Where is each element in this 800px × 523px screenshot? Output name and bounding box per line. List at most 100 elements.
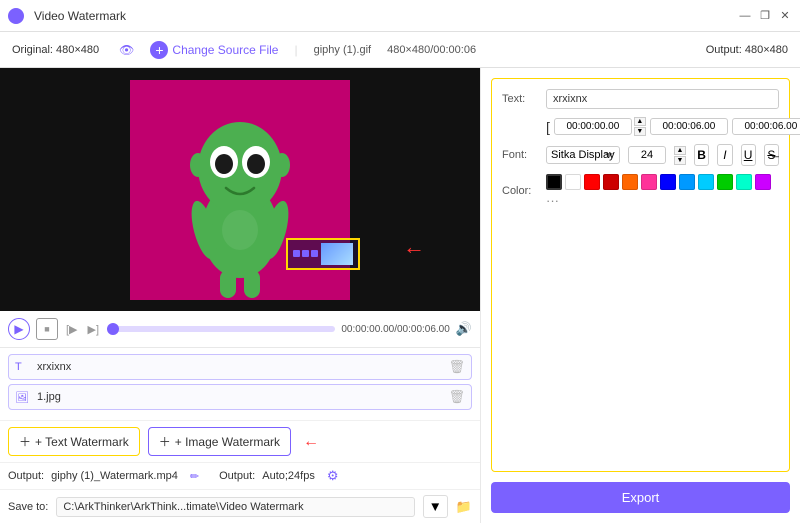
font-size-up-button[interactable]: ▲ [674, 146, 686, 155]
stop-button[interactable]: ■ [36, 318, 58, 340]
font-prop-label: Font: [502, 149, 538, 161]
swatch-orange[interactable] [622, 174, 638, 190]
output-format-label: Output: Auto;24fps [219, 470, 315, 482]
change-source-button[interactable]: + Change Source File [150, 41, 278, 59]
font-size-input[interactable] [628, 146, 666, 164]
save-folder-icon[interactable]: 📁 [456, 499, 472, 515]
save-to-label: Save to: [8, 501, 48, 513]
time-start-up-button[interactable]: ▲ [634, 117, 646, 126]
swatch-green[interactable] [717, 174, 733, 190]
watermark-preview-overlay[interactable] [286, 238, 360, 270]
time-end2-input[interactable] [732, 118, 800, 135]
plus-text-icon: ＋ [19, 433, 31, 450]
time-end-input[interactable] [650, 118, 728, 135]
edit-output-icon[interactable]: ✏ [190, 470, 199, 483]
timeline-bar[interactable] [107, 326, 335, 332]
image-wm-label: 1.jpg [37, 391, 440, 403]
swatch-lightblue[interactable] [679, 174, 695, 190]
app-logo-icon [8, 8, 24, 24]
swatch-darkred[interactable] [603, 174, 619, 190]
font-size-down-button[interactable]: ▼ [674, 156, 686, 165]
app-title: Video Watermark [34, 9, 126, 23]
watermark-strip [288, 240, 358, 268]
more-colors-button[interactable]: ··· [546, 193, 559, 208]
video-preview: ← [0, 68, 480, 311]
window-controls: — ❐ ✕ [738, 9, 792, 23]
next-frame-button[interactable]: ▶] [86, 321, 102, 338]
color-swatches: ··· [546, 174, 779, 208]
top-toolbar: Original: 480×480 👁 + Change Source File… [0, 32, 800, 68]
add-image-watermark-button[interactable]: ＋ + Image Watermark [148, 427, 291, 456]
watermark-item-image[interactable]: 🖼 1.jpg 🗑 [8, 384, 472, 410]
timeline-thumb[interactable] [107, 323, 119, 335]
add-watermark-row: ＋ + Text Watermark ＋ + Image Watermark ← [0, 420, 480, 462]
time-display: 00:00:00.00/00:00:06.00 [341, 324, 449, 335]
save-path-display: C:\ArkThinker\ArkThink...timate\Video Wa… [56, 497, 414, 517]
wm-dot-2 [302, 250, 309, 257]
text-wm-delete-button[interactable]: 🗑 [448, 359, 465, 375]
time-start-spinner: ▲ ▼ [634, 117, 646, 136]
swatch-black[interactable] [546, 174, 562, 190]
color-prop-label: Color: [502, 185, 538, 197]
wm-dots [293, 250, 318, 257]
swatch-purple[interactable] [755, 174, 771, 190]
save-path-dropdown-button[interactable]: ▼ [423, 495, 448, 518]
time-range-row: [ ▲ ▼ ▲ ▼ ] [546, 117, 779, 136]
swatch-teal[interactable] [736, 174, 752, 190]
output-dims-label: Output: 480×480 [706, 44, 788, 56]
plus-image-icon: ＋ [159, 433, 171, 450]
image-wm-icon: 🖼 [15, 391, 29, 404]
title-bar-left: Video Watermark [8, 8, 126, 24]
restore-button[interactable]: ❐ [758, 9, 772, 23]
play-button[interactable]: ▶ [8, 318, 30, 340]
italic-button[interactable]: I [717, 144, 732, 166]
swatch-pink[interactable] [641, 174, 657, 190]
watermark-item-text[interactable]: T xrxixnx 🗑 [8, 354, 472, 380]
filename-label: giphy (1).gif [314, 44, 371, 56]
text-property-row: Text: [502, 89, 779, 109]
red-arrow-indicator: ← [403, 234, 425, 260]
red-arrow-add-icon: ← [303, 433, 319, 451]
wm-dot-1 [293, 250, 300, 257]
volume-icon[interactable]: 🔊 [456, 321, 472, 337]
bracket-open: [ [546, 119, 550, 135]
text-wm-label: xrxixnx [37, 361, 440, 373]
bold-button[interactable]: B [694, 144, 709, 166]
output-settings-icon[interactable]: ⚙ [327, 468, 339, 484]
swatch-white[interactable] [565, 174, 581, 190]
title-bar: Video Watermark — ❐ ✕ [0, 0, 800, 32]
properties-panel: Text: [ ▲ ▼ ▲ ▼ ] [491, 78, 790, 472]
right-panel: Text: [ ▲ ▼ ▲ ▼ ] [480, 68, 800, 523]
file-dims-label: 480×480/00:00:06 [387, 44, 476, 56]
font-name-select[interactable]: Sitka Display [546, 146, 620, 164]
time-start-down-button[interactable]: ▼ [634, 127, 646, 136]
eye-icon[interactable]: 👁 [119, 43, 134, 57]
prev-frame-button[interactable]: [▶ [64, 321, 80, 338]
swatch-cyan[interactable] [698, 174, 714, 190]
plus-circle-icon: + [150, 41, 168, 59]
wm-image-thumb [321, 243, 353, 265]
playback-controls: ▶ ■ [▶ ▶] 00:00:00.00/00:00:06.00 🔊 [0, 311, 480, 347]
wm-dot-3 [311, 250, 318, 257]
save-path-row: Save to: C:\ArkThinker\ArkThink...timate… [0, 489, 480, 523]
image-wm-delete-button[interactable]: 🗑 [448, 389, 465, 405]
left-panel: ← ▶ ■ [▶ ▶] 00:00:00.00/00:00:06.00 🔊 T … [0, 68, 480, 523]
export-button[interactable]: Export [491, 482, 790, 513]
text-value-input[interactable] [546, 89, 779, 109]
swatch-blue[interactable] [660, 174, 676, 190]
output-filename-label: Output: giphy (1)_Watermark.mp4 [8, 470, 178, 482]
close-button[interactable]: ✕ [778, 9, 792, 23]
underline-button[interactable]: U [741, 144, 756, 166]
minimize-button[interactable]: — [738, 9, 752, 23]
font-property-row: Font: Sitka Display ▼ ▲ ▼ B I U S̶ [502, 144, 779, 166]
strikethrough-button[interactable]: S̶ [764, 144, 779, 166]
add-text-watermark-button[interactable]: ＋ + Text Watermark [8, 427, 140, 456]
main-content: ← ▶ ■ [▶ ▶] 00:00:00.00/00:00:06.00 🔊 T … [0, 68, 800, 523]
swatch-red[interactable] [584, 174, 600, 190]
separator: | [294, 43, 297, 57]
color-property-row: Color: ··· [502, 174, 779, 208]
time-start-input[interactable] [554, 118, 632, 135]
original-label: Original: 480×480 [12, 44, 99, 56]
output-settings-row: Output: giphy (1)_Watermark.mp4 ✏ Output… [0, 462, 480, 489]
font-size-spinner: ▲ ▼ [674, 146, 686, 165]
